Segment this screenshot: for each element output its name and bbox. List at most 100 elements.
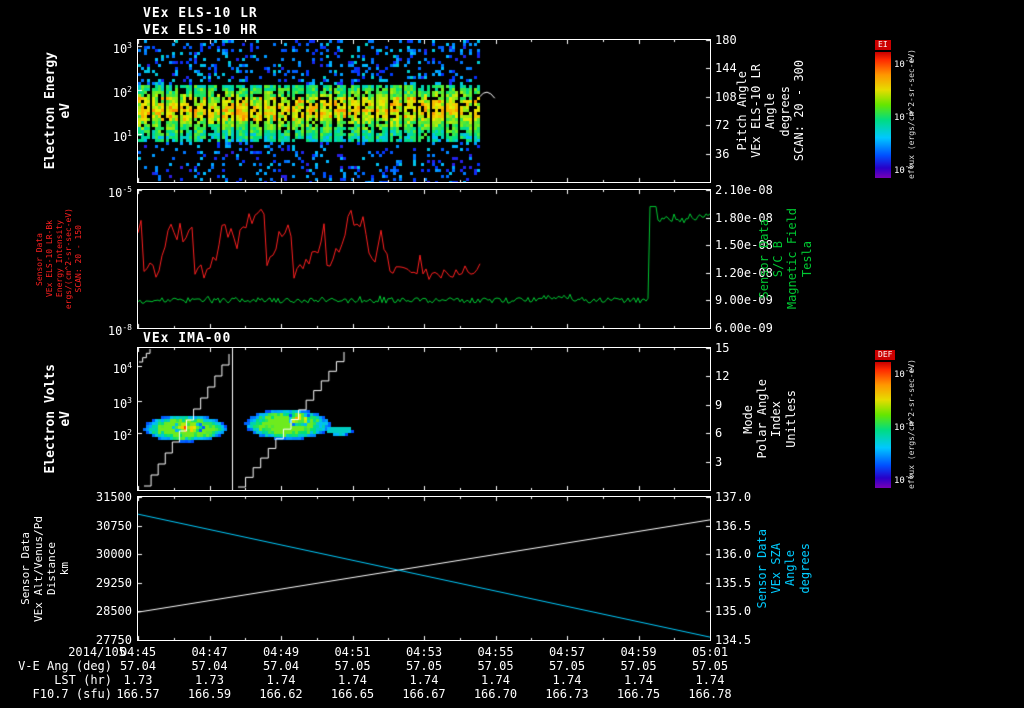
panel3-title: VEx IMA-00 (143, 331, 232, 346)
x-axis-tick-label: 04:45 (119, 645, 157, 659)
axis-title: Mode Polar Angle Index Unitless (741, 348, 798, 490)
data-row-value: 57.05 (477, 659, 514, 673)
axis-title-line: Electron Energy (43, 52, 58, 170)
axis-title-line: VEx ELS-10 LR (749, 64, 764, 158)
axis-title-line: Unitless (783, 390, 798, 448)
x-axis-tick-label: 04:57 (548, 645, 586, 659)
axis-title-line: Sensor Data (755, 528, 769, 609)
colorbar-units: eflux (ergs/cm^2-sr-sec-eV) (907, 358, 917, 490)
data-row-value: 57.05 (334, 659, 371, 673)
axis-title: Sensor Data VEx SZA Angle degrees (755, 497, 812, 640)
axis-tick-label: 30750 (95, 518, 132, 533)
x-axis-tick-label: 04:47 (191, 645, 228, 659)
axis-tick-label: 31500 (95, 490, 132, 504)
data-row-value: 57.04 (119, 659, 157, 673)
data-row-value: 57.04 (262, 659, 300, 673)
data-row-label: F10.7 (sfu) (32, 687, 112, 701)
x-axis-tick-label: 04:51 (334, 645, 371, 659)
data-row-value: 1.73 (195, 673, 224, 687)
panel-ima-spectrogram (137, 347, 711, 491)
data-row-value: 166.59 (187, 687, 232, 701)
x-axis-tick-label: 04:59 (620, 645, 657, 659)
panel-intensity-and-bfield (137, 189, 711, 329)
electron-energy-spectrogram-canvas (138, 40, 710, 182)
colorbar-title-badge: DEF (875, 350, 896, 360)
data-row-value: 1.74 (266, 673, 296, 687)
axis-title-line: S/C B (771, 240, 786, 278)
axis-title-line: Sensor Data (757, 219, 771, 299)
axis-title-line: VEx ELS-10 LR-Bk (44, 220, 54, 298)
axis-tick-label: 103 (112, 395, 132, 411)
panel-electron-energy-spectrogram (137, 39, 711, 183)
axis-title: Pitch Angle VEx ELS-10 LR Angle degrees SCAN… (735, 40, 806, 182)
data-row-value: 57.05 (548, 659, 586, 673)
data-row-value: 1.74 (695, 673, 725, 687)
data-row-value: 166.67 (402, 687, 446, 701)
data-row-value: 166.57 (116, 687, 160, 701)
data-row-value: 166.65 (330, 687, 375, 701)
axis-title-line: Sensor Data (19, 532, 32, 605)
colorbar-gradient (875, 362, 891, 488)
data-row-value: 166.62 (259, 687, 303, 701)
colorbar-gradient (875, 52, 891, 178)
panel-altitude-and-sza (137, 496, 711, 641)
x-axis-tick-label: 05:01 (691, 645, 729, 659)
axis-title-line: Electron Volts (43, 364, 58, 474)
colorbar-units-text: eflux (ergs/cm^2-sr-sec-eV) (907, 48, 916, 180)
exponent: 2 (127, 428, 132, 438)
exponent: 3 (127, 40, 132, 50)
colorbar-title-badge: EI (875, 40, 891, 50)
axis-title-line: Angle (763, 92, 778, 130)
vex-quicklook-display: VEx ELS-10 LR VEx ELS-10 HR VEx IMA-00 1… (0, 0, 1024, 708)
data-row-value: 1.74 (409, 673, 439, 687)
axis-title: Sensor Data VEx ELS-10 LR-Bk Energy Intens… (35, 190, 84, 328)
axis-title-line: Magnetic Field (785, 208, 800, 310)
exponent: -8 (122, 323, 132, 332)
altitude-sza-canvas (138, 497, 710, 640)
axis-tick-label: 103 (112, 40, 132, 56)
data-row-value: 166.73 (545, 687, 589, 701)
data-row-label: LST (hr) (54, 673, 112, 687)
axis-title-line: degrees (797, 543, 812, 594)
panel1-title-line1: VEx ELS-10 LR (143, 6, 258, 21)
data-row-value: 1.74 (338, 673, 367, 687)
axis-title-line: km (58, 561, 72, 576)
data-row-value: 1.74 (624, 673, 653, 687)
data-row-value: 57.04 (191, 659, 228, 673)
axis-title: Sensor Data S/C B Magnetic Field Tesla (757, 190, 814, 328)
axis-tick-label: 28500 (95, 604, 132, 619)
data-row-value: 1.74 (481, 673, 510, 687)
colorbar-units: eflux (ergs/cm^2-sr-sec-eV) (907, 48, 917, 180)
colorbar-units-text: eflux (ergs/cm^2-sr-sec-eV) (907, 358, 916, 490)
axis-title-line: Mode (741, 404, 755, 434)
axis-tick-label: 102 (112, 428, 132, 444)
axis-title-line: degrees (777, 85, 792, 137)
axis-title-line: VEx SZA (769, 543, 784, 594)
data-row-label: V-E Ang (deg) (18, 659, 112, 673)
data-row-value: 1.74 (552, 673, 582, 687)
x-axis-tick-label: 04:53 (405, 645, 443, 659)
axis-tick-label: 101 (112, 128, 132, 144)
exponent: 2 (127, 84, 132, 94)
axis-title-line: SCAN: 20 - 150 (74, 225, 84, 293)
data-row-value: 166.78 (688, 687, 732, 701)
data-row-value: 57.05 (620, 659, 657, 673)
data-row-value: 166.75 (616, 687, 661, 701)
axis-title-line: Tesla (799, 240, 814, 278)
axis-title: Sensor Data VEx Alt/Venus/Pd Distance km (19, 497, 72, 640)
data-row-value: 166.70 (473, 687, 518, 701)
exponent: 1 (127, 128, 132, 138)
axis-title-line: SCAN: 20 - 300 (791, 60, 806, 162)
axis-title: Electron Energy eV (43, 40, 74, 182)
data-row-value: 57.05 (691, 659, 729, 673)
axis-title-line: Pitch Angle (735, 71, 749, 151)
axis-title-line: Distance (45, 542, 59, 595)
axis-tick-label: 30000 (95, 547, 132, 562)
axis-title-line: eV (58, 411, 74, 427)
axis-title-line: Index (769, 400, 784, 438)
axis-tick-label: 29250 (95, 575, 132, 590)
data-row-value: 57.05 (405, 659, 443, 673)
x-axis-tick-label: 04:55 (477, 645, 514, 659)
axis-title-line: VEx Alt/Venus/Pd (32, 515, 46, 622)
axis-title-line: Sensor Data (35, 232, 44, 286)
